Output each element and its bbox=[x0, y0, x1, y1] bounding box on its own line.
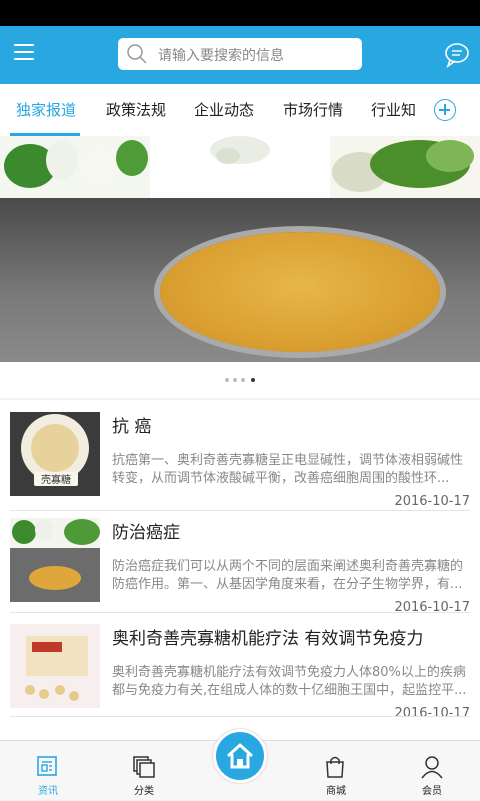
article-date: 2016-10-17 bbox=[394, 706, 470, 721]
nav-shop[interactable]: 商城 bbox=[306, 741, 366, 801]
article-thumbnail bbox=[10, 624, 100, 708]
nav-label: 会员 bbox=[422, 786, 442, 797]
article-summary: 抗癌第一、奥利奇善壳寡糖呈正电显碱性，调节体液相弱碱性转变，从而调节体液酸碱平衡… bbox=[112, 453, 464, 486]
tab-industry[interactable]: 行业知 bbox=[371, 99, 416, 120]
article-summary: 奥利奇善壳寡糖机能疗法有效调节免疫力人体80%以上的疾病都与免疫力有关,在组成人… bbox=[112, 665, 467, 698]
add-tab-icon[interactable] bbox=[434, 99, 456, 121]
status-bar bbox=[0, 0, 480, 26]
article-summary: 防治癌症我们可以从两个不同的层面来阐述奥利奇善壳寡糖的防癌作用。第一、从基因学角… bbox=[112, 559, 464, 592]
menu-icon[interactable] bbox=[10, 40, 36, 66]
article-thumbnail bbox=[10, 518, 100, 602]
article-list: 壳寡糖 抗 癌 抗癌第一、奥利奇善壳寡糖呈正电显碱性，调节体液相弱碱性转变，从而… bbox=[0, 400, 480, 740]
carousel-dot-active bbox=[251, 378, 255, 382]
carousel-dot bbox=[225, 378, 229, 382]
article-date: 2016-10-17 bbox=[394, 494, 470, 509]
nav-label: 商城 bbox=[326, 786, 346, 797]
powder-dish bbox=[160, 232, 440, 352]
tab-exclusive[interactable]: 独家报道 bbox=[16, 99, 76, 120]
carousel-dot bbox=[241, 378, 245, 382]
user-icon bbox=[421, 756, 443, 779]
tab-policy[interactable]: 政策法规 bbox=[106, 99, 166, 120]
search-placeholder: 请输入要搜索的信息 bbox=[158, 48, 284, 64]
search-icon bbox=[127, 44, 147, 64]
nav-member[interactable]: 会员 bbox=[402, 741, 462, 801]
nav-category[interactable]: 分类 bbox=[114, 741, 174, 801]
tab-company-news[interactable]: 企业动态 bbox=[194, 99, 254, 120]
carousel-indicator bbox=[0, 362, 480, 398]
carousel-dot bbox=[233, 378, 237, 382]
nav-label: 分类 bbox=[134, 786, 154, 797]
divider bbox=[10, 716, 470, 717]
list-item[interactable]: 防治癌症 防治癌症我们可以从两个不同的层面来阐述奥利奇善壳寡糖的防癌作用。第一、… bbox=[10, 518, 470, 618]
news-icon bbox=[37, 756, 57, 776]
home-button[interactable] bbox=[213, 729, 267, 783]
article-title: 抗 癌 bbox=[112, 417, 152, 437]
message-icon[interactable] bbox=[444, 42, 470, 69]
list-item[interactable]: 奥利奇善壳寡糖机能疗法 有效调节免疫力 奥利奇善壳寡糖机能疗法有效调节免疫力人体… bbox=[10, 624, 470, 724]
tab-market[interactable]: 市场行情 bbox=[283, 99, 343, 120]
thumbnail-label: 壳寡糖 bbox=[41, 473, 71, 486]
nav-news[interactable]: 资讯 bbox=[18, 741, 78, 801]
category-tabs: 独家报道 政策法规 企业动态 市场行情 行业知 bbox=[0, 84, 480, 136]
nav-label: 资讯 bbox=[38, 786, 58, 797]
search-input[interactable]: 请输入要搜索的信息 bbox=[118, 38, 362, 70]
category-icon bbox=[133, 756, 155, 778]
list-item[interactable]: 壳寡糖 抗 癌 抗癌第一、奥利奇善壳寡糖呈正电显碱性，调节体液相弱碱性转变，从而… bbox=[10, 412, 470, 512]
divider bbox=[10, 612, 470, 613]
article-title: 防治癌症 bbox=[112, 523, 180, 543]
bottom-nav: 资讯 分类 商城 会员 bbox=[0, 729, 480, 801]
shopping-bag-icon bbox=[326, 756, 344, 778]
article-thumbnail: 壳寡糖 bbox=[10, 412, 100, 496]
banner-vegetables-image bbox=[0, 136, 480, 198]
divider bbox=[10, 510, 470, 511]
article-title: 奥利奇善壳寡糖机能疗法 有效调节免疫力 bbox=[112, 629, 424, 649]
top-bar: 请输入要搜索的信息 bbox=[0, 26, 480, 84]
home-icon bbox=[226, 743, 254, 769]
banner-carousel[interactable] bbox=[0, 136, 480, 362]
